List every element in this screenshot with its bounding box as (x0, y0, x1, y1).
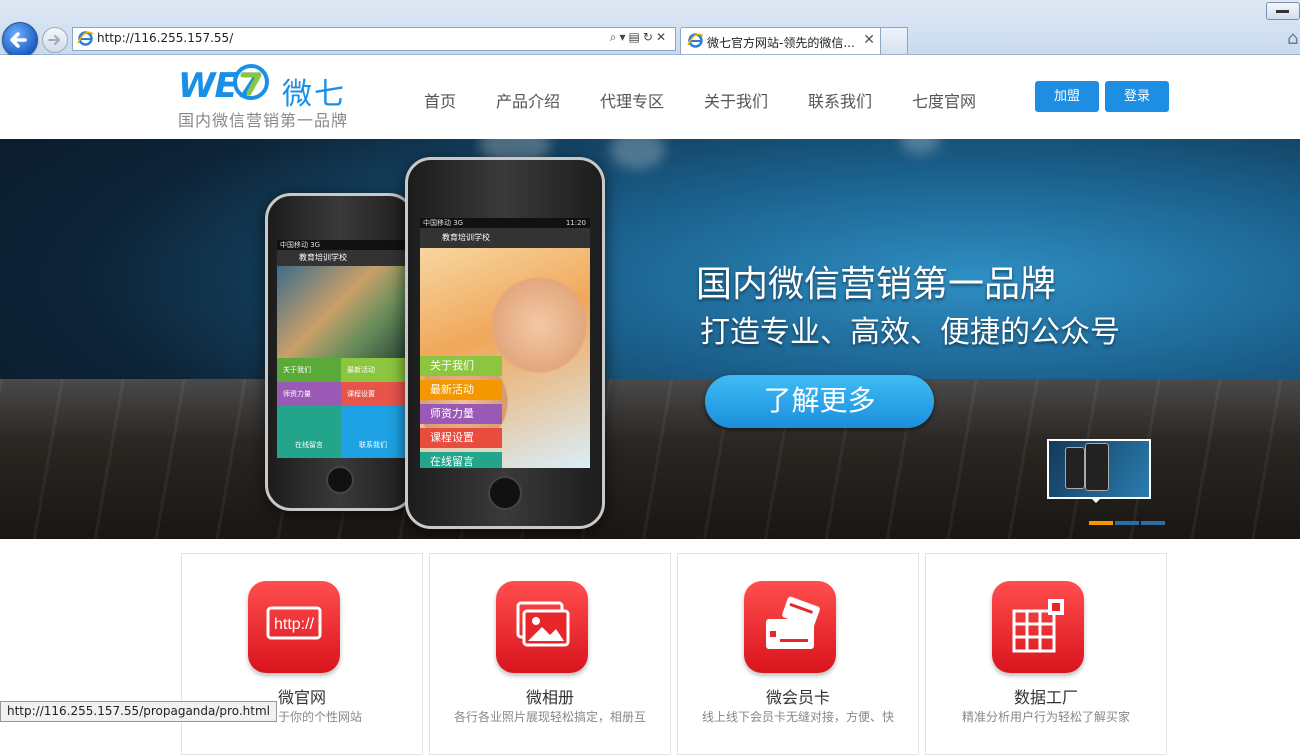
thumb-phone (1085, 443, 1109, 491)
http-icon[interactable]: http:// (248, 581, 340, 673)
tab-active[interactable]: 微七官方网站-领先的微信... ✕ (680, 27, 882, 54)
hero-banner: 中国移动 3G 教育培训学校 关于我们 最新活动 师资力量 课程设置 在线留言 … (0, 139, 1300, 539)
nav-products[interactable]: 产品介绍 (496, 88, 560, 112)
card-title: 微相册 (525, 688, 574, 707)
card-desc: 各行各业照片展现轻松搞定，相册互 (453, 710, 646, 724)
ie-icon (687, 33, 704, 48)
menu-news: 最新活动 (420, 380, 502, 400)
students-photo (277, 266, 405, 358)
photo-album-icon[interactable] (496, 581, 588, 673)
tile-news: 最新活动 (341, 358, 405, 382)
clock-text: 11:20 (565, 219, 586, 227)
card-desc: 线上线下会员卡无缝对接，方便、快 (701, 710, 894, 724)
address-bar[interactable]: http://116.255.157.55/ ⌕▾▤↻✕ (72, 27, 676, 51)
app-title: 教育培训学校 (420, 228, 590, 248)
nav-about[interactable]: 关于我们 (704, 88, 768, 112)
nav-agents[interactable]: 代理专区 (600, 88, 664, 112)
address-tools[interactable]: ⌕▾▤↻✕ (610, 30, 669, 45)
feature-card-membership[interactable]: 微会员卡 线上线下会员卡无缝对接，方便、快 (677, 553, 919, 755)
phone-small: 中国移动 3G 教育培训学校 关于我们 最新活动 师资力量 课程设置 在线留言 … (265, 193, 415, 511)
menu-about: 关于我们 (420, 356, 502, 376)
tab-title: 微七官方网站-领先的微信... (707, 36, 855, 50)
bokeh-light (610, 139, 665, 169)
phone-small-screen: 中国移动 3G 教育培训学校 关于我们 最新活动 师资力量 课程设置 在线留言 … (277, 240, 405, 458)
tile-about: 关于我们 (277, 358, 341, 382)
grid-data-icon-graphic (1012, 599, 1064, 653)
ie-icon (77, 31, 94, 46)
home-icon[interactable]: ⌂ (1287, 28, 1298, 49)
membership-card-icon-graphic (766, 596, 820, 649)
menu-message: 在线留言 (420, 452, 502, 468)
thumbnail-pointer (1090, 497, 1102, 503)
arrow-right-icon (48, 35, 61, 45)
feature-card-album[interactable]: 微相册 各行各业照片展现轻松搞定，相册互 (429, 553, 671, 755)
card-title: 数据工厂 (1013, 688, 1078, 707)
learn-more-button[interactable]: 了解更多 (705, 375, 934, 428)
nav-contact[interactable]: 联系我们 (808, 88, 872, 112)
status-bar: 中国移动 3G (277, 240, 405, 250)
status-bar: 中国移动 3G 11:20 (420, 218, 590, 228)
home-button (488, 476, 522, 510)
home-button (326, 466, 354, 494)
site-header: WE7 微七 国内微信营销第一品牌 首页 产品介绍 代理专区 关于我们 联系我们… (0, 55, 1300, 139)
menu-teachers: 师资力量 (420, 404, 502, 424)
banner-subtitle: 打造专业、高效、便捷的公众号 (700, 315, 1120, 350)
http-icon-graphic: http:// (266, 606, 322, 640)
feature-card-website[interactable]: http:// 微官网 打造属于你的个性网站 (181, 553, 423, 755)
address-text: http://116.255.157.55/ (97, 31, 234, 45)
slide-dot-1[interactable] (1089, 521, 1113, 525)
chevron-down-icon[interactable]: ▾ (620, 30, 629, 44)
grid-data-icon[interactable] (992, 581, 1084, 673)
bokeh-light (900, 139, 940, 154)
close-icon[interactable]: ✕ (656, 30, 669, 44)
phone-large-screen: 中国移动 3G 11:20 教育培训学校 关于我们 最新活动 师资力量 课程设置… (420, 218, 590, 468)
tile-teachers: 师资力量 (277, 382, 341, 406)
forward-button[interactable] (42, 27, 68, 53)
card-title: 微会员卡 (765, 688, 830, 707)
slide-dot-3[interactable] (1141, 521, 1165, 525)
phone-large: 中国移动 3G 11:20 教育培训学校 关于我们 最新活动 师资力量 课程设置… (405, 157, 605, 529)
tile-message: 在线留言 (277, 406, 341, 458)
nav-home[interactable]: 首页 (424, 88, 456, 112)
tile-contact: 联系我们 (341, 406, 405, 458)
slide-dot-2[interactable] (1115, 521, 1139, 525)
menu-courses: 课程设置 (420, 428, 502, 448)
photo-album-icon-graphic (516, 601, 570, 647)
carrier-text: 中国移动 3G (423, 219, 464, 227)
logo-seven-icon (233, 64, 269, 100)
membership-card-icon[interactable] (744, 581, 836, 673)
tab-close-icon[interactable]: ✕ (863, 32, 875, 48)
join-button[interactable]: 加盟 (1035, 81, 1099, 112)
new-tab-button[interactable] (880, 27, 908, 54)
app-title: 教育培训学校 (277, 250, 405, 266)
search-icon[interactable]: ⌕ (610, 30, 620, 44)
nav-qidu[interactable]: 七度官网 (912, 88, 976, 112)
thumb-phone (1065, 447, 1085, 489)
feature-card-data[interactable]: 数据工厂 精准分析用户行为轻松了解买家 (925, 553, 1167, 755)
banner-thumbnail[interactable] (1047, 439, 1151, 499)
back-button[interactable] (2, 22, 38, 58)
browser-chrome: http://116.255.157.55/ ⌕▾▤↻✕ 微七官方网站-领先的微… (0, 0, 1300, 58)
tile-courses: 课程设置 (341, 382, 405, 406)
minimize-button[interactable] (1266, 2, 1300, 20)
compat-icon[interactable]: ▤ (629, 30, 643, 44)
refresh-icon[interactable]: ↻ (643, 30, 656, 44)
arrow-left-icon (10, 32, 27, 48)
login-button[interactable]: 登录 (1105, 81, 1169, 112)
logo-slogan: 国内微信营销第一品牌 (178, 111, 349, 130)
card-desc: 精准分析用户行为轻松了解买家 (961, 710, 1130, 724)
banner-title: 国内微信营销第一品牌 (696, 264, 1057, 305)
http-icon-text: http:// (274, 616, 315, 633)
browser-status-bar: http://116.255.157.55/propaganda/pro.htm… (0, 701, 277, 722)
